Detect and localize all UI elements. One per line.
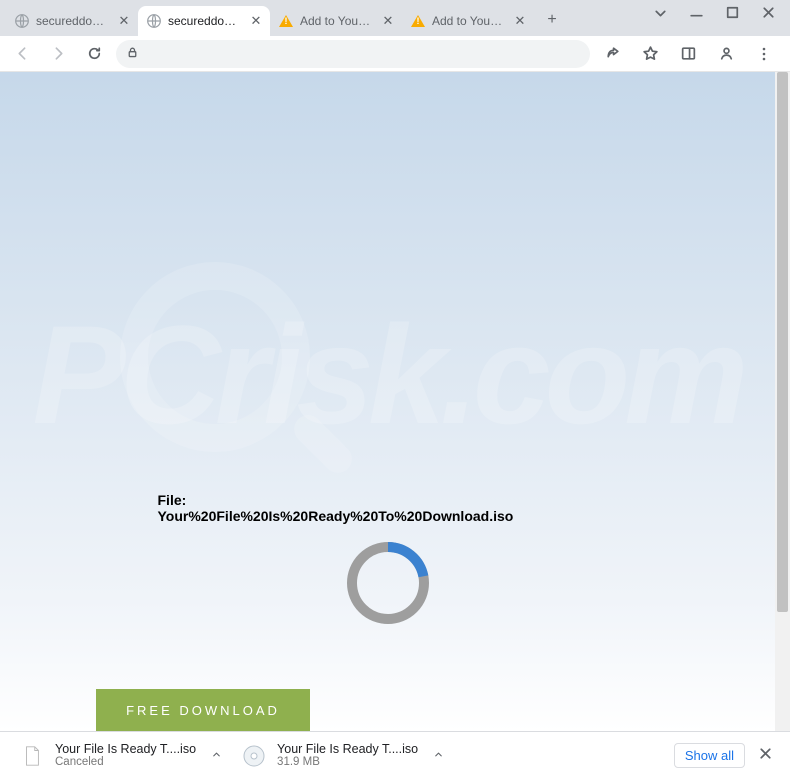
close-icon[interactable]: ✕ xyxy=(380,13,396,29)
chevron-up-icon[interactable] xyxy=(211,749,222,763)
download-shelf: Your File Is Ready T....iso Canceled You… xyxy=(0,731,790,779)
minimize-button[interactable] xyxy=(688,4,702,26)
file-name: Your%20File%20Is%20Ready%20To%20Download… xyxy=(158,508,618,524)
free-download-button[interactable]: FREE DOWNLOAD xyxy=(96,689,310,731)
page-content: PCrisk.com File: Your%20File%20Is%20Read… xyxy=(0,72,775,731)
bookmark-icon[interactable] xyxy=(636,40,664,68)
scrollbar[interactable] xyxy=(775,72,790,731)
viewport: PCrisk.com File: Your%20File%20Is%20Read… xyxy=(0,72,790,731)
close-icon[interactable]: ✕ xyxy=(248,13,264,29)
download-item[interactable]: Your File Is Ready T....iso Canceled xyxy=(12,737,221,775)
tab-label: Add to Your Brows xyxy=(300,14,374,28)
download-item[interactable]: Your File Is Ready T....iso 31.9 MB xyxy=(234,737,443,775)
download-title: Your File Is Ready T....iso xyxy=(55,742,196,756)
tab-label: Add to Your Brows xyxy=(432,14,506,28)
progress-spinner xyxy=(345,540,431,626)
globe-icon xyxy=(146,13,162,29)
disc-icon xyxy=(241,743,267,769)
maximize-button[interactable] xyxy=(724,4,738,26)
globe-icon xyxy=(14,13,30,29)
close-icon[interactable]: ✕ xyxy=(116,13,132,29)
window-controls xyxy=(636,0,790,30)
warning-icon xyxy=(278,13,294,29)
profile-icon[interactable] xyxy=(712,40,740,68)
show-all-button[interactable]: Show all xyxy=(674,743,745,768)
file-label: File: xyxy=(158,492,618,508)
tab-label: secureddownload xyxy=(168,14,242,28)
lock-icon xyxy=(126,46,139,62)
tab-label: secureddownload xyxy=(36,14,110,28)
tab-4[interactable]: Add to Your Brows ✕ xyxy=(402,6,534,36)
chevron-up-icon[interactable] xyxy=(433,749,444,763)
download-subtitle: 31.9 MB xyxy=(277,756,418,769)
tab-1[interactable]: secureddownload ✕ xyxy=(6,6,138,36)
watermark-text: PCrisk.com xyxy=(32,294,742,456)
download-title: Your File Is Ready T....iso xyxy=(277,742,418,756)
forward-button[interactable] xyxy=(44,40,72,68)
close-icon[interactable]: ✕ xyxy=(512,13,528,29)
side-panel-icon[interactable] xyxy=(674,40,702,68)
titlebar: secureddownload ✕ secureddownload ✕ Add … xyxy=(0,0,790,36)
warning-icon xyxy=(410,13,426,29)
share-icon[interactable] xyxy=(598,40,626,68)
tab-3[interactable]: Add to Your Brows ✕ xyxy=(270,6,402,36)
file-info: File: Your%20File%20Is%20Ready%20To%20Do… xyxy=(158,492,618,524)
close-shelf-button[interactable] xyxy=(753,741,778,771)
download-subtitle: Canceled xyxy=(55,756,196,769)
toolbar-right xyxy=(598,40,782,68)
tab-search-button[interactable] xyxy=(652,5,666,25)
address-bar[interactable] xyxy=(116,40,590,68)
window-close-button[interactable] xyxy=(760,4,774,26)
scrollbar-thumb[interactable] xyxy=(777,72,788,612)
menu-icon[interactable] xyxy=(750,40,778,68)
tabstrip: secureddownload ✕ secureddownload ✕ Add … xyxy=(0,0,566,36)
new-tab-button[interactable]: + xyxy=(538,6,566,34)
back-button[interactable] xyxy=(8,40,36,68)
watermark-glass-icon xyxy=(120,262,310,452)
reload-button[interactable] xyxy=(80,40,108,68)
file-icon xyxy=(19,743,45,769)
toolbar xyxy=(0,36,790,72)
tab-2[interactable]: secureddownload ✕ xyxy=(138,6,270,36)
